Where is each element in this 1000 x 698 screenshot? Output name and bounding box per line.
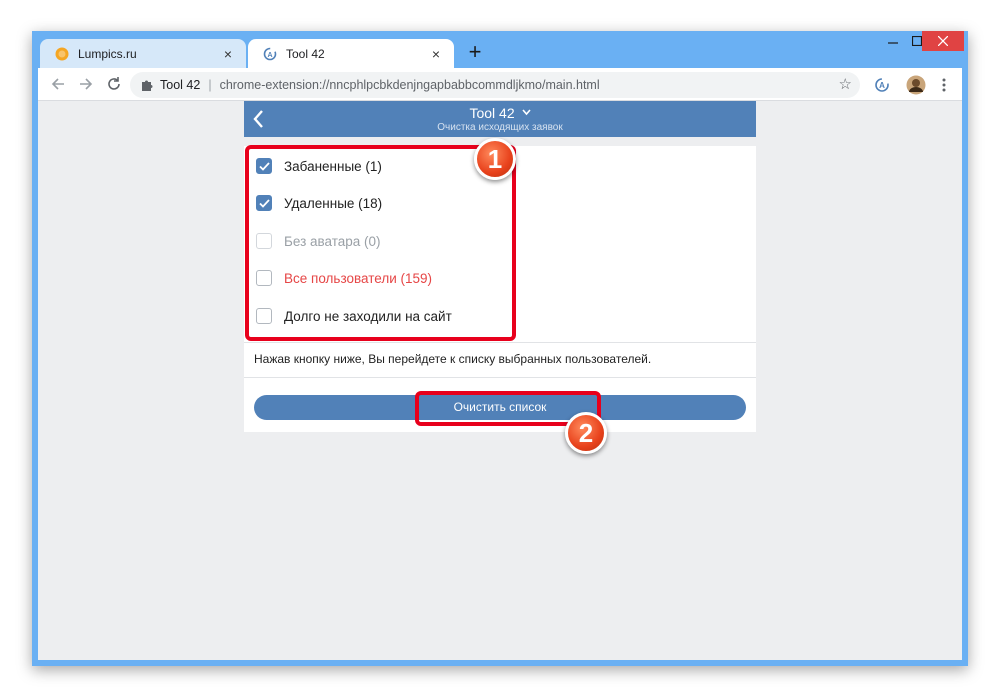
divider [244,377,756,378]
divider [244,342,756,343]
tab-title: Tool 42 [286,46,325,61]
bookmark-star-icon[interactable]: ☆ [839,77,852,93]
omnibox-separator: | [208,78,212,92]
back-arrow-icon[interactable] [44,70,72,98]
tab-strip: Lumpics.ru × A Tool 42 × + [32,31,968,68]
tab-close-icon[interactable]: × [220,46,236,62]
close-window-button[interactable] [922,31,964,51]
address-bar[interactable]: Tool 42 | chrome-extension://nncphlpcbkd… [130,72,860,98]
annotation-marker-1: 1 [474,138,516,180]
tab-title: Lumpics.ru [78,46,137,61]
puzzle-extension-icon [140,78,154,92]
annotation-marker-2: 2 [565,412,607,454]
annotation-box-options [245,145,516,341]
extension-name: Tool 42 [160,78,201,92]
svg-text:A: A [267,52,272,59]
url-text: chrome-extension://nncphlpcbkdenjngapbab… [219,78,600,92]
tab-lumpics[interactable]: Lumpics.ru × [40,39,246,68]
app-header: Tool 42 Очистка исходящих заявок [244,101,756,137]
browser-toolbar: Tool 42 | chrome-extension://nncphlpcbkd… [38,68,962,101]
app-subtitle: Очистка исходящих заявок [437,122,563,133]
browser-window: Lumpics.ru × A Tool 42 × + Tool 42 | chr… [32,31,968,666]
tab-tool42[interactable]: A Tool 42 × [248,39,454,68]
lumpics-favicon-icon [54,46,70,62]
forward-arrow-icon[interactable] [72,70,100,98]
tab-close-icon[interactable]: × [428,46,444,62]
tool42-favicon-icon: A [262,46,278,62]
hint-text: Нажав кнопку ниже, Вы перейдете к списку… [254,352,652,366]
reload-icon[interactable] [100,70,128,98]
profile-avatar[interactable] [904,73,928,97]
chevron-down-icon [521,109,531,116]
app-title[interactable]: Tool 42 [244,105,756,121]
svg-text:A: A [879,81,885,90]
menu-kebab-icon[interactable] [932,73,956,97]
new-tab-button[interactable]: + [464,41,486,64]
app-title-text: Tool 42 [469,105,515,121]
tool42-extension-icon[interactable]: A [870,73,894,97]
